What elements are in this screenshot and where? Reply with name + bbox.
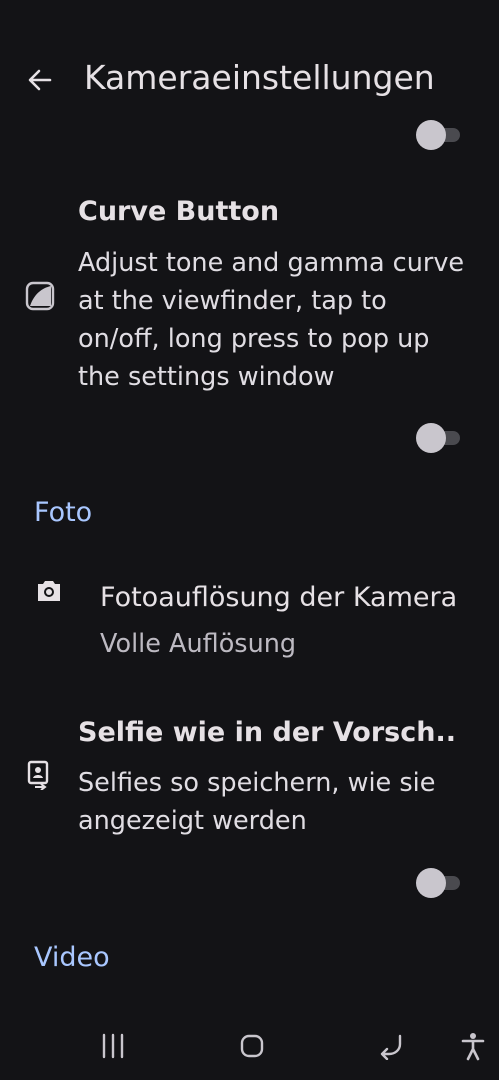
photo-resolution-value: Volle Auflösung [100,629,297,659]
camera-icon [34,576,64,610]
selfie-preview-title: Selfie wie in der Vorsch.. [78,717,456,748]
recents-icon [102,1033,124,1059]
section-header-video: Video [34,942,110,973]
curve-icon [24,280,56,316]
accessibility-button[interactable] [458,1031,488,1065]
nav-back-icon [380,1034,402,1061]
selfie-preview-description: Selfies so speichern, wie sie angezeigt … [78,768,436,836]
photo-resolution-title: Fotoauflösung der Kamera [100,582,458,613]
curve-button-title: Curve Button [78,196,280,227]
recents-button[interactable] [98,1032,128,1064]
curve-button-toggle[interactable] [416,423,462,453]
section-header-foto: Foto [34,497,93,528]
arrow-left-icon [28,69,52,91]
curve-button-description: Adjust tone and gamma curve at the viewf… [78,248,465,392]
page-title: Kameraeinstellungen [84,58,435,97]
home-icon [240,1034,264,1058]
selfie-preview-toggle[interactable] [416,868,462,898]
home-button[interactable] [238,1032,266,1064]
portrait-icon [26,760,52,794]
previous-setting-toggle[interactable] [416,120,462,150]
accessibility-icon [461,1033,485,1061]
back-button[interactable] [22,62,58,98]
nav-back-button[interactable] [376,1032,406,1064]
